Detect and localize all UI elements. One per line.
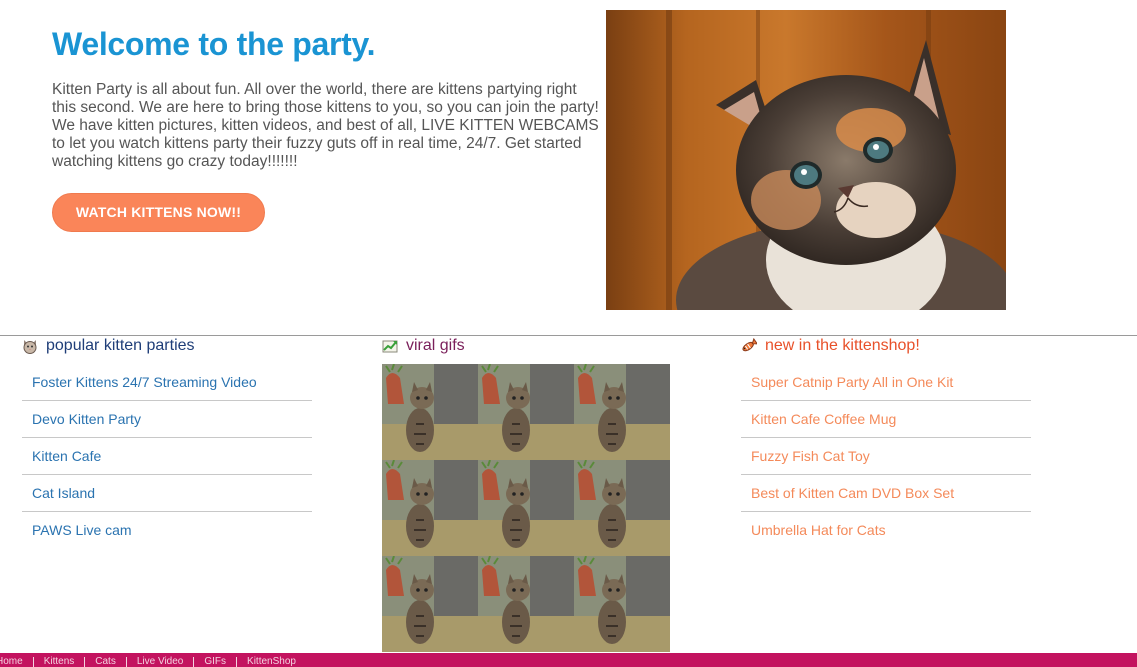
kitten-hero-photo	[606, 10, 1006, 310]
popular-parties-heading: popular kitten parties	[22, 336, 195, 356]
footer-link-kittenshop[interactable]: KittenShop	[236, 657, 306, 667]
gif-thumbnail[interactable]	[478, 459, 574, 556]
gif-thumbnail[interactable]	[382, 459, 478, 556]
kittenshop-heading-text: new in the kittenshop!	[765, 337, 920, 354]
popular-parties-heading-text: popular kitten parties	[46, 337, 195, 354]
footer-link-home[interactable]: Home	[0, 657, 33, 667]
footer-nav: Home Kittens Cats Live Video GIFs Kitten…	[0, 653, 1137, 667]
gif-grid	[382, 364, 670, 652]
list-item[interactable]: Best of Kitten Cam DVD Box Set	[741, 475, 1031, 512]
gif-thumbnail[interactable]	[574, 364, 670, 460]
footer-link-live-video[interactable]: Live Video	[125, 657, 194, 667]
intro-paragraph: Kitten Party is all about fun. All over …	[52, 81, 599, 170]
watch-kittens-button[interactable]: WATCH KITTENS NOW!!	[52, 193, 265, 232]
popular-parties-list: Foster Kittens 24/7 Streaming Video Devo…	[22, 364, 312, 548]
footer-link-kittens[interactable]: Kittens	[32, 657, 85, 667]
gif-thumbnail[interactable]	[574, 459, 670, 556]
list-item[interactable]: Foster Kittens 24/7 Streaming Video	[22, 364, 312, 401]
list-item[interactable]: Super Catnip Party All in One Kit	[741, 364, 1031, 401]
list-item[interactable]: Cat Island	[22, 475, 312, 512]
cat-face-icon	[22, 338, 38, 354]
list-item[interactable]: Fuzzy Fish Cat Toy	[741, 438, 1031, 475]
list-item[interactable]: Kitten Cafe	[22, 438, 312, 475]
gif-thumbnail[interactable]	[382, 364, 478, 460]
kittenshop-heading: new in the kittenshop!	[741, 336, 920, 356]
fish-icon	[741, 337, 759, 354]
list-item[interactable]: Kitten Cafe Coffee Mug	[741, 401, 1031, 438]
gif-thumbnail[interactable]	[382, 555, 478, 652]
viral-gifs-heading-text: viral gifs	[406, 337, 465, 354]
footer-link-cats[interactable]: Cats	[84, 657, 126, 667]
trending-chart-icon	[382, 338, 398, 354]
page-title: Welcome to the party.	[52, 26, 376, 62]
footer-link-gifs[interactable]: GIFs	[193, 657, 236, 667]
viral-gifs-heading: viral gifs	[382, 336, 465, 356]
gif-thumbnail[interactable]	[574, 555, 670, 652]
gif-thumbnail[interactable]	[478, 555, 574, 652]
kittenshop-list: Super Catnip Party All in One Kit Kitten…	[741, 364, 1031, 548]
list-item[interactable]: Umbrella Hat for Cats	[741, 512, 1031, 548]
list-item[interactable]: Devo Kitten Party	[22, 401, 312, 438]
list-item[interactable]: PAWS Live cam	[22, 512, 312, 548]
gif-thumbnail[interactable]	[478, 364, 574, 460]
